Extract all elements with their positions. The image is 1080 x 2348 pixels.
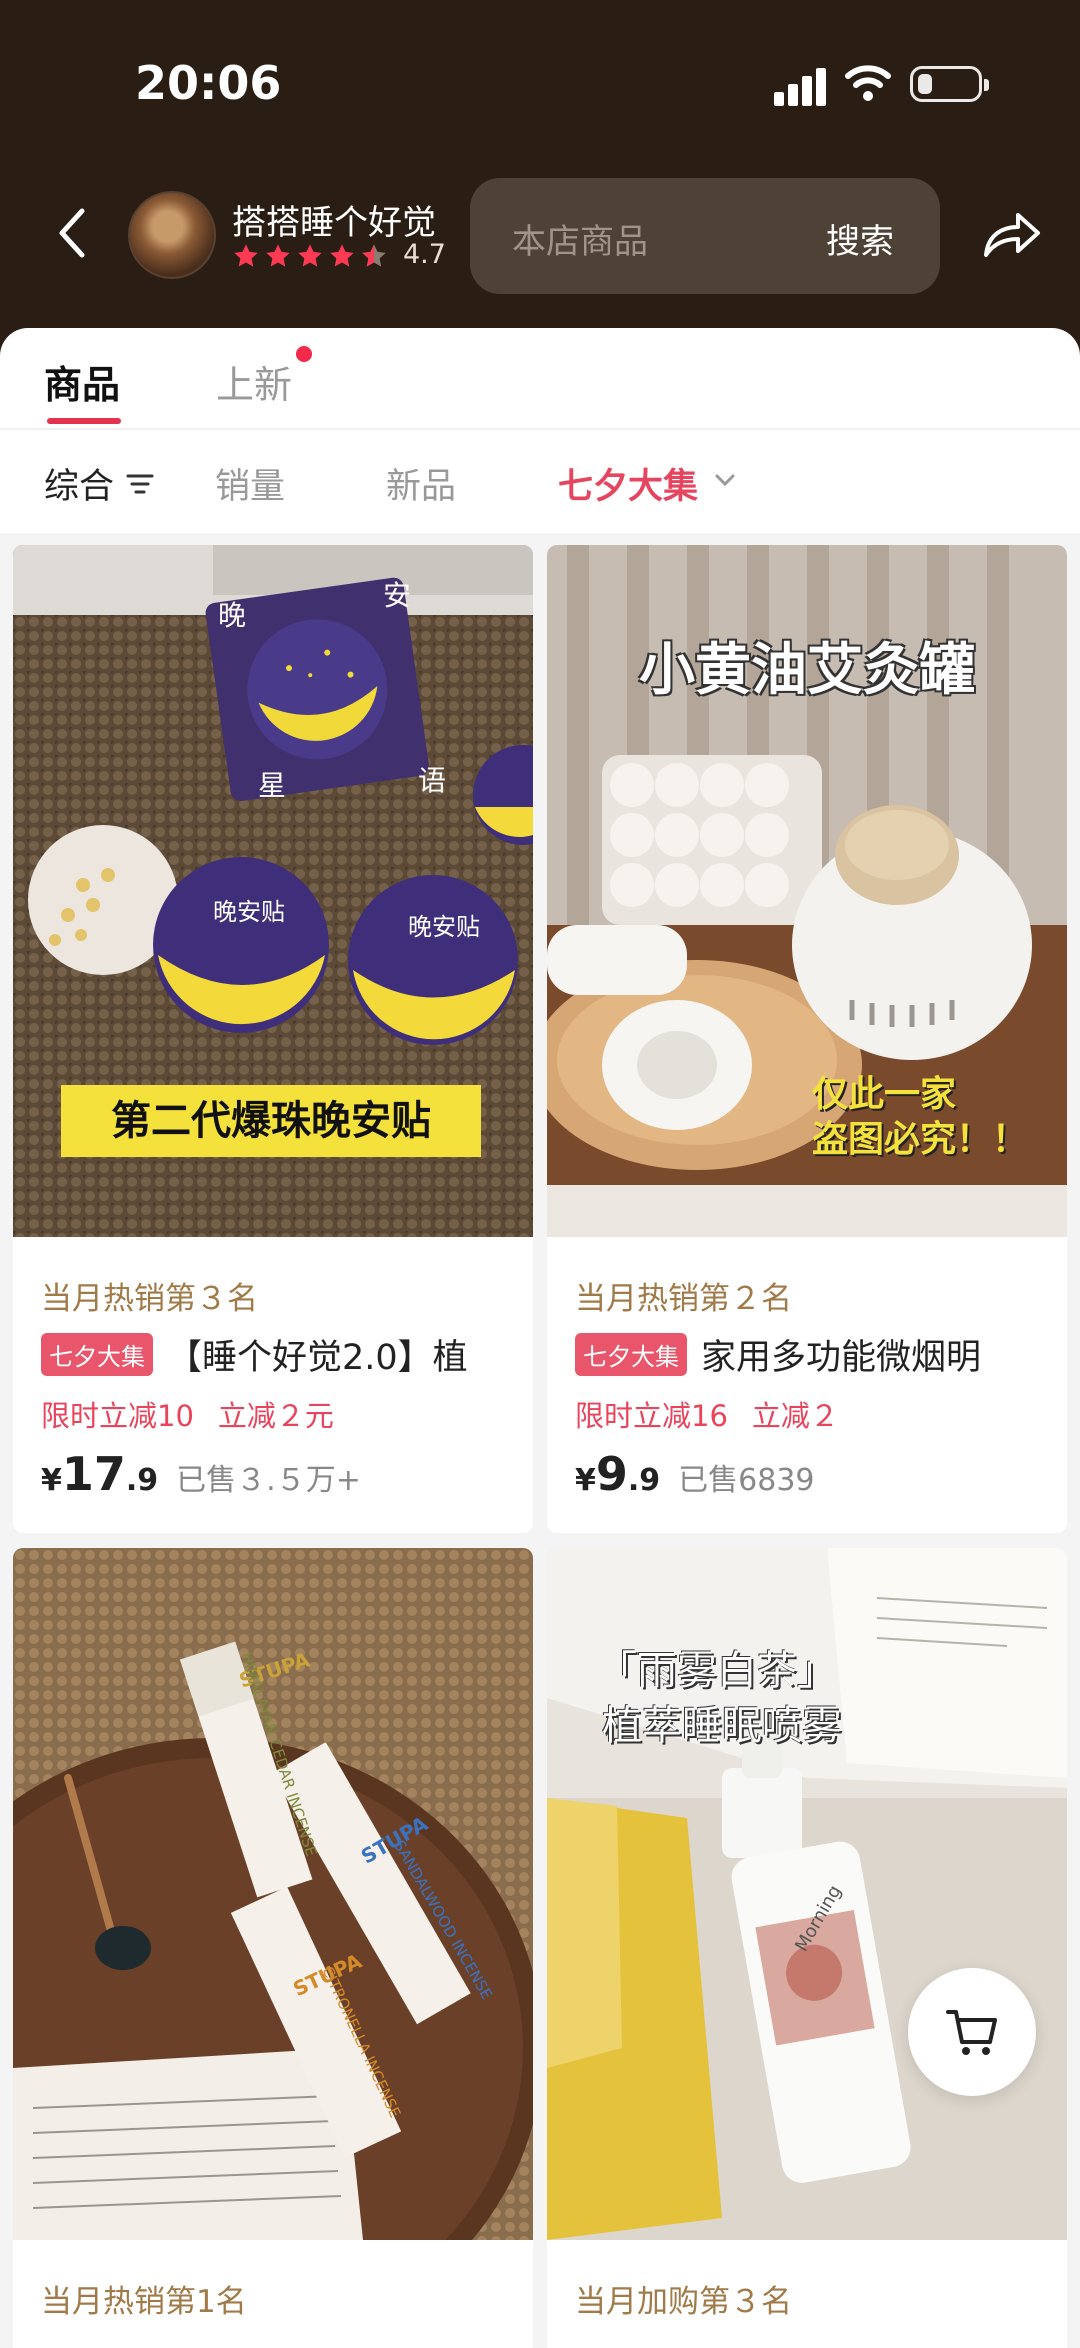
signal-icon — [774, 66, 828, 106]
product-image[interactable]: STUPA STUPA STUPA HIMALAYAN CEDAR INCENS… — [13, 1548, 533, 2240]
divider — [0, 428, 1080, 430]
search-placeholder: 本店商品 — [512, 222, 648, 262]
tab-goods[interactable]: 商品 — [44, 354, 122, 424]
title-row[interactable]: 七夕大集 家用多功能微烟明 — [575, 1329, 1055, 1379]
nav-bar: 搭搭睡个好觉 4.7 本店商品 搜索 — [0, 175, 1080, 295]
promo-discount: 限时立减10 — [41, 1399, 194, 1433]
title-row[interactable]: 七夕大集 【睡个好觉2.0】植 — [41, 1329, 521, 1379]
product-card[interactable]: STUPA STUPA STUPA HIMALAYAN CEDAR INCENS… — [13, 1548, 533, 2348]
cart-button[interactable] — [908, 1968, 1036, 2096]
price-currency: ¥ — [575, 1463, 596, 1498]
price-decimal: .9 — [125, 1463, 159, 1498]
new-badge-dot — [296, 346, 312, 362]
festival-tag: 七夕大集 — [575, 1332, 687, 1376]
box-char: 语 — [418, 764, 446, 797]
box-char: 安 — [383, 579, 411, 612]
star-icon — [266, 244, 290, 267]
product-image[interactable]: 小黄油艾灸罐 仅此一家 盗图必究！！ — [547, 545, 1067, 1237]
sort-new[interactable]: 新品 — [386, 458, 456, 509]
product-image[interactable]: 晚 安 星 语 晚安贴 晚安贴 第二代爆珠晚安贴 — [13, 545, 533, 1237]
price-currency: ¥ — [41, 1463, 62, 1498]
search-button[interactable]: 搜索 — [826, 214, 894, 263]
product-card[interactable]: 小黄油艾灸罐 仅此一家 盗图必究！！ 当月热销第２名 七夕大集 家用多功能微烟明… — [547, 545, 1067, 1533]
sold-count: 已售３.５万+ — [176, 1463, 361, 1498]
sort-comprehensive[interactable]: 综合 — [44, 458, 114, 509]
store-header: 20:06 搭搭睡个好觉 4.7 本店商品 搜索 — [0, 0, 1080, 380]
store-name[interactable]: 搭搭睡个好觉 — [232, 195, 436, 244]
wifi-icon — [845, 65, 891, 101]
box-char: 星 — [258, 769, 286, 802]
image-title: 小黄油艾灸罐 — [639, 638, 975, 703]
back-arrow-icon[interactable] — [48, 203, 98, 263]
sort-festival[interactable]: 七夕大集 — [558, 458, 698, 509]
sort-sales[interactable]: 销量 — [215, 458, 285, 509]
store-rating-stars — [232, 241, 392, 271]
image-caption: 盗图必究！！ — [812, 1119, 1029, 1160]
box-char: 晚 — [218, 599, 246, 632]
star-icon — [234, 244, 258, 267]
price-decimal: .9 — [627, 1463, 661, 1498]
promo-coupon: 立减２ — [751, 1399, 839, 1433]
store-avatar[interactable] — [128, 191, 216, 279]
tabs-panel: 商品 上新 综合 销量 新品 七夕大集 — [0, 328, 1080, 533]
sticker-label: 晚安贴 — [408, 913, 480, 941]
sort-filter-icon[interactable] — [126, 472, 154, 496]
sold-count: 已售6839 — [678, 1463, 815, 1498]
cart-icon — [946, 2010, 997, 2055]
price-integer: 17 — [61, 1447, 126, 1501]
product-card[interactable]: 「雨雾白茶」 植萃睡眠喷雾 Morning 当月加购第３名 — [547, 1548, 1067, 2348]
promo-discount: 限时立减16 — [575, 1399, 728, 1433]
image-title: 植萃睡眠喷雾 — [602, 1703, 842, 1749]
chevron-down-icon[interactable] — [713, 468, 737, 492]
star-icon — [298, 244, 322, 267]
product-title[interactable]: 【睡个好觉2.0】植 — [167, 1329, 468, 1379]
share-icon[interactable] — [980, 205, 1042, 263]
promo-coupon: 立减２元 — [217, 1399, 334, 1433]
star-half-icon — [362, 244, 386, 267]
image-title: 「雨雾白茶」 — [597, 1648, 837, 1694]
rank-label: 当月热销第２名 — [575, 1281, 792, 1317]
price-integer: 9 — [595, 1447, 628, 1501]
status-time: 20:06 — [135, 56, 282, 110]
product-title[interactable]: 家用多功能微烟明 — [701, 1329, 981, 1379]
star-icon — [330, 244, 354, 267]
store-search-bar[interactable]: 本店商品 搜索 — [470, 178, 940, 294]
rank-label: 当月热销第1名 — [41, 2284, 247, 2320]
price-row: ¥17.9 已售３.５万+ — [41, 1447, 361, 1501]
store-rating-value: 4.7 — [403, 239, 446, 270]
status-bar: 20:06 — [0, 52, 1080, 122]
promo-row: 限时立减10 立减２元 — [41, 1393, 334, 1435]
sticker-label: 晚安贴 — [213, 898, 285, 926]
image-banner-text: 第二代爆珠晚安贴 — [111, 1098, 431, 1144]
price-row: ¥9.9 已售6839 — [575, 1447, 815, 1501]
product-image[interactable]: 「雨雾白茶」 植萃睡眠喷雾 Morning — [547, 1548, 1067, 2240]
rank-label: 当月热销第３名 — [41, 1281, 258, 1317]
product-card[interactable]: 晚 安 星 语 晚安贴 晚安贴 第二代爆珠晚安贴 当月热销第３名 七夕大集 【睡… — [13, 545, 533, 1533]
festival-tag: 七夕大集 — [41, 1332, 153, 1376]
promo-row: 限时立减16 立减２ — [575, 1393, 839, 1435]
tab-new-arrivals[interactable]: 上新 — [216, 354, 292, 409]
battery-icon — [910, 66, 989, 102]
rank-label: 当月加购第３名 — [575, 2284, 792, 2320]
